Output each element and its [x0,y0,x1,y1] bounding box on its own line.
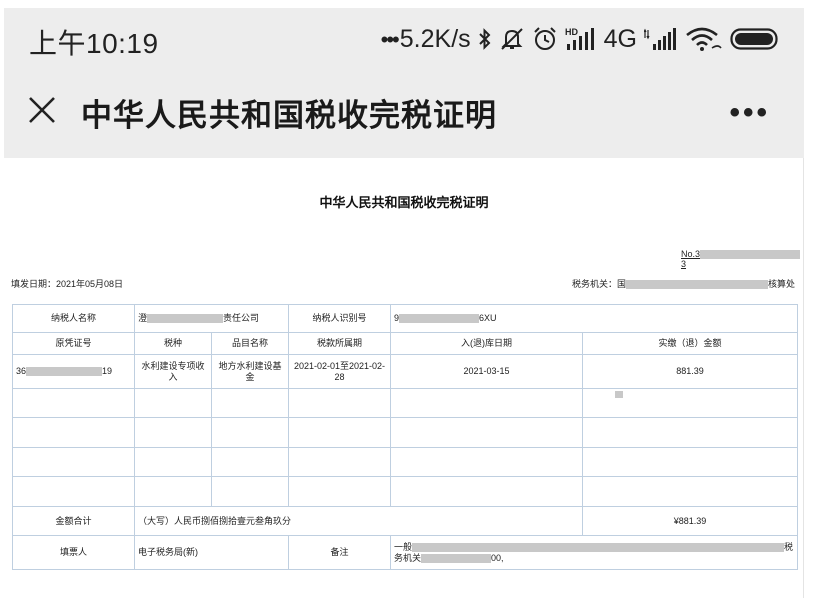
taxpayer-name: 澄责任公司 [134,304,289,333]
column-header: 税款所属期 [288,332,391,355]
remark-label: 备注 [288,535,391,570]
status-bar: 上午10:19 •••5.2K/s HD 4G [4,8,804,70]
alarm-icon [532,26,558,52]
issuer-label: 填票人 [12,535,135,570]
battery-icon [730,27,780,51]
taxpayer-row: 纳税人名称 澄责任公司 纳税人识别号 9 6XU [12,304,798,333]
total-in-words: （大写）人民币捌佰捌拾壹元叁角玖分 [134,506,583,536]
certificate-table: 纳税人名称 澄责任公司 纳税人识别号 9 6XU 原凭证号 税种 品目名称 税款所… [12,304,798,570]
storage-date: 2021-03-15 [390,354,583,389]
total-row: 金额合计 （大写）人民币捌佰捌拾壹元叁角玖分 ¥881.39 [12,506,798,536]
column-header: 原凭证号 [12,332,135,355]
total-amount: ¥881.39 [582,506,798,536]
item-name: 地方水利建设基金 [211,354,289,389]
tax-office: 税务机关：国 核算处 [571,279,795,290]
certificate-number: No.33 [681,249,803,269]
hd-signal-icon: HD [565,26,597,52]
column-header: 税种 [134,332,212,355]
column-header: 品目名称 [211,332,289,355]
taxpayer-id: 9 6XU [390,304,798,333]
voucher-number: 36 19 [12,354,135,389]
tax-certificate-document: 中华人民共和国税收完税证明 No.33 填发日期：2021年05月08日 税务机… [4,158,804,598]
status-indicators: •••5.2K/s HD 4G [381,22,780,56]
nav-bar: 中华人民共和国税收完税证明 ••• [4,70,804,158]
issuer-value: 电子税务局(新) [134,535,289,570]
more-menu-button[interactable]: ••• [729,96,770,130]
issuer-row: 填票人 电子税务局(新) 备注 一般税 务机关 00, [12,535,798,570]
table-row: 36 19 水利建设专项收入 地方水利建设基金 2021-02-01至2021-0… [12,354,798,389]
tax-type: 水利建设专项收入 [134,354,212,389]
column-header: 入(退)库日期 [390,332,583,355]
status-time: 上午10:19 [29,28,159,59]
mute-icon [499,26,525,52]
wifi-icon [685,26,723,52]
tax-period: 2021-02-01至2021-02-28 [288,354,391,389]
page-title: 中华人民共和国税收完税证明 [81,98,497,133]
table-header: 原凭证号 税种 品目名称 税款所属期 入(退)库日期 实缴（退）金额 [12,332,798,355]
remark-value: 一般税 务机关 00, [390,535,798,570]
empty-row [12,388,798,418]
taxpayer-name-label: 纳税人名称 [12,304,135,333]
column-header: 实缴（退）金额 [582,332,798,355]
app-header: 上午10:19 •••5.2K/s HD 4G 中华人民共和国税收完税证明 ••… [4,8,804,158]
total-label: 金额合计 [12,506,135,536]
empty-row [12,417,798,448]
signal-icon [644,26,678,52]
fill-date: 填发日期：2021年05月08日 [11,279,124,289]
network-type: 4G [603,24,637,53]
taxpayer-id-label: 纳税人识别号 [288,304,391,333]
certificate-title: 中华人民共和国税收完税证明 [319,195,489,210]
empty-row [12,476,798,507]
net-speed: •••5.2K/s [380,24,471,53]
bluetooth-icon [478,27,492,51]
empty-row [12,447,798,477]
paid-amount: 881.39 [582,354,798,389]
svg-text:HD: HD [565,27,578,37]
close-icon[interactable] [26,94,58,126]
